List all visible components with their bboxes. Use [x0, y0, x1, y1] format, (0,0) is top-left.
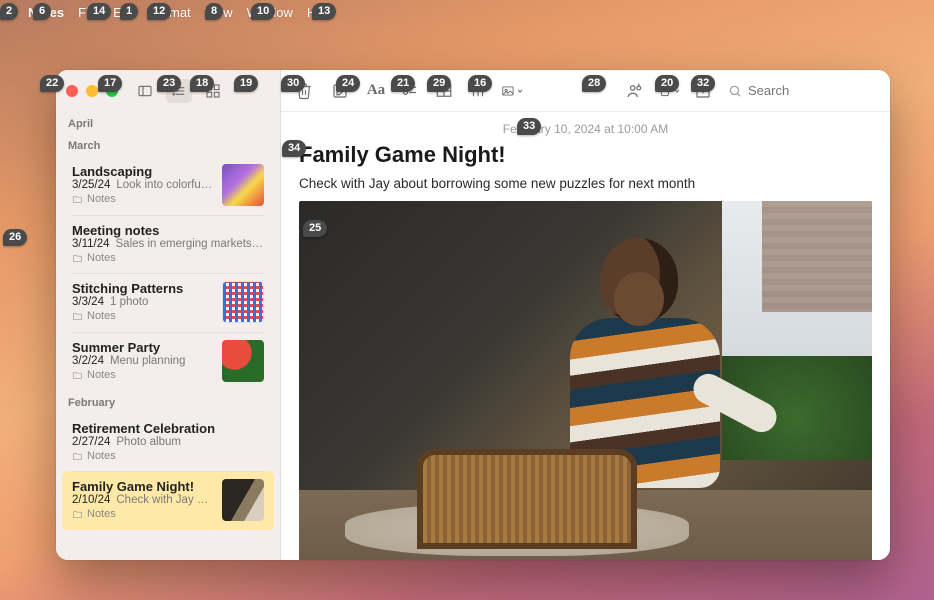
note-item-thumbnail	[222, 164, 264, 206]
note-item-preview: Menu planning	[110, 355, 185, 367]
zoom-window-button[interactable]	[106, 85, 118, 97]
note-item-title: Landscaping	[72, 164, 214, 179]
section-header: April	[56, 112, 280, 134]
note-item-title: Stitching Patterns	[72, 281, 214, 296]
note-item-date: 2/10/24	[72, 494, 110, 506]
share-button[interactable]	[692, 80, 714, 102]
minimize-window-button[interactable]	[86, 85, 98, 97]
menu-format[interactable]: Format	[149, 5, 190, 20]
sidebar-titlebar	[56, 70, 280, 112]
section-header: February	[56, 391, 280, 413]
editor-pane: Aa	[281, 70, 890, 560]
note-item-folder: Notes	[72, 252, 264, 264]
note-item-preview: Check with Jay a…	[116, 494, 214, 506]
note-list-item[interactable]: Stitching Patterns3/3/24 1 photo Notes	[62, 273, 274, 332]
checklist-button[interactable]	[399, 80, 421, 102]
note-document[interactable]: February 10, 2024 at 10:00 AM Family Gam…	[281, 112, 890, 560]
menu-file[interactable]: File	[78, 5, 99, 20]
gallery-view-button[interactable]	[200, 79, 226, 103]
lock-button[interactable]	[658, 80, 680, 102]
note-item-title: Retirement Celebration	[72, 421, 264, 436]
note-item-folder: Notes	[72, 193, 214, 205]
menubar: Notes File Edit Format View Window Help	[0, 0, 934, 24]
note-title[interactable]: Family Game Night!	[299, 142, 872, 168]
delete-note-button[interactable]	[293, 80, 315, 102]
note-timestamp: February 10, 2024 at 10:00 AM	[299, 122, 872, 136]
note-list-item[interactable]: Family Game Night!2/10/24 Check with Jay …	[62, 471, 274, 530]
note-item-date: 3/3/24	[72, 296, 104, 308]
toggle-sidebar-button[interactable]	[132, 79, 158, 103]
search-input[interactable]	[748, 83, 858, 98]
note-item-folder: Notes	[72, 369, 214, 381]
note-item-preview: 1 photo	[110, 296, 148, 308]
note-list-item[interactable]: Retirement Celebration2/27/24 Photo album…	[62, 413, 274, 471]
note-item-title: Meeting notes	[72, 223, 264, 238]
help-badge: 26	[3, 229, 27, 246]
note-item-preview: Sales in emerging markets…	[116, 238, 264, 250]
section-header: March	[56, 134, 280, 156]
search-icon	[728, 84, 742, 98]
note-list-item[interactable]: Landscaping3/25/24 Look into colorfu… Note…	[62, 156, 274, 215]
note-item-date: 3/25/24	[72, 179, 110, 191]
format-button[interactable]: Aa	[365, 80, 387, 102]
note-item-thumbnail	[222, 340, 264, 382]
note-item-date: 3/11/24	[72, 238, 110, 250]
note-item-date: 2/27/24	[72, 436, 110, 448]
new-note-button[interactable]	[329, 80, 351, 102]
note-item-date: 3/2/24	[72, 355, 104, 367]
editor-toolbar: Aa	[281, 70, 890, 112]
note-item-thumbnail	[222, 281, 264, 323]
app-menu[interactable]: Notes	[28, 5, 64, 20]
note-list-item[interactable]: Meeting notes3/11/24 Sales in emerging ma…	[62, 215, 274, 273]
window-controls	[66, 85, 118, 97]
collaborate-button[interactable]	[624, 80, 646, 102]
menu-edit[interactable]: Edit	[113, 5, 135, 20]
note-list-item[interactable]: Summer Party3/2/24 Menu planning Notes	[62, 332, 274, 391]
notes-window: AprilMarch Landscaping3/25/24 Look into co…	[56, 70, 890, 560]
note-item-preview: Look into colorfu…	[116, 179, 212, 191]
sidebar: AprilMarch Landscaping3/25/24 Look into co…	[56, 70, 281, 560]
note-item-thumbnail	[222, 479, 264, 521]
note-item-folder: Notes	[72, 450, 264, 462]
note-body[interactable]: Check with Jay about borrowing some new …	[299, 176, 872, 191]
note-item-folder: Notes	[72, 310, 214, 322]
note-item-folder: Notes	[72, 508, 214, 520]
link-button[interactable]	[467, 80, 489, 102]
note-item-preview: Photo album	[116, 436, 181, 448]
notes-list[interactable]: AprilMarch Landscaping3/25/24 Look into co…	[56, 112, 280, 560]
menu-view[interactable]: View	[205, 5, 233, 20]
note-attachment-image[interactable]	[299, 201, 872, 560]
list-view-button[interactable]	[166, 79, 192, 103]
table-button[interactable]	[433, 80, 455, 102]
menu-window[interactable]: Window	[247, 5, 293, 20]
note-item-title: Summer Party	[72, 340, 214, 355]
media-button[interactable]	[501, 80, 523, 102]
note-item-title: Family Game Night!	[72, 479, 214, 494]
menu-help[interactable]: Help	[307, 5, 334, 20]
search-field[interactable]	[728, 83, 878, 98]
close-window-button[interactable]	[66, 85, 78, 97]
